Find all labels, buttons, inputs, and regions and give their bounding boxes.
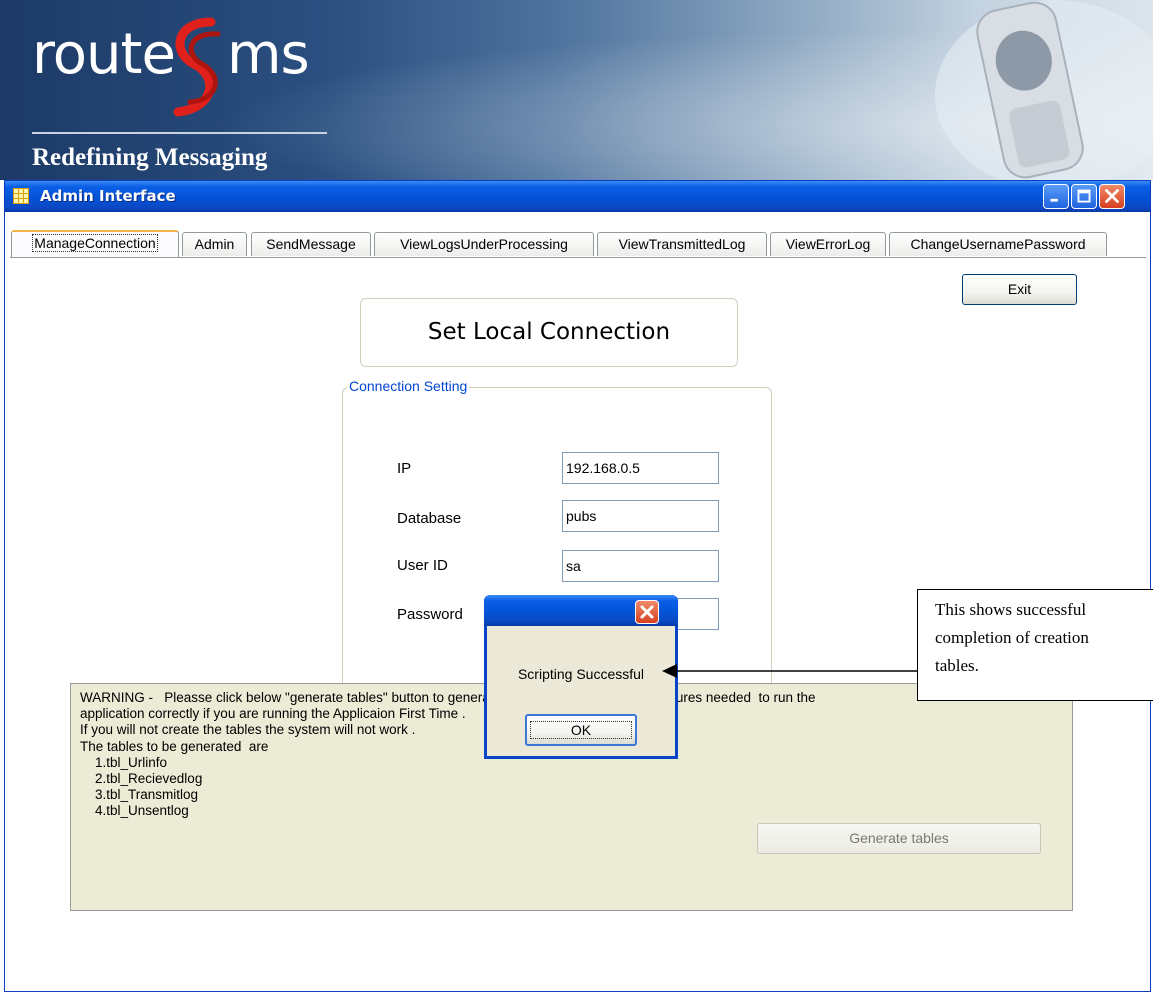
- callout-line-3: tables.: [935, 656, 979, 675]
- tab-label: Admin: [194, 236, 235, 252]
- close-icon: [1105, 189, 1119, 203]
- tab-label: ViewLogsUnderProcessing: [400, 236, 568, 252]
- ok-button[interactable]: OK: [525, 714, 637, 746]
- callout-arrow-icon: [662, 664, 918, 678]
- phone-illustration: [935, 0, 1153, 180]
- minimize-button[interactable]: [1043, 184, 1069, 209]
- password-label: Password: [397, 606, 463, 623]
- brand-tagline: Redefining Messaging: [32, 144, 268, 171]
- dialog-close-button[interactable]: [635, 600, 659, 624]
- window-titlebar[interactable]: Admin Interface: [5, 181, 1150, 212]
- maximize-icon: [1077, 189, 1091, 203]
- tab-strip: ManageConnection Admin SendMessage ViewL…: [10, 230, 1146, 258]
- brand-left: route: [32, 22, 176, 87]
- tab-label: ManageConnection: [32, 234, 158, 252]
- ip-input[interactable]: 192.168.0.5: [562, 452, 719, 484]
- close-icon: [640, 605, 654, 619]
- database-label: Database: [397, 510, 462, 527]
- tab-view-error-log[interactable]: ViewErrorLog: [770, 232, 886, 256]
- tab-manage-connection[interactable]: ManageConnection: [11, 230, 179, 257]
- warning-text: WARNING - Pleasse click below "generate …: [80, 690, 816, 819]
- callout-line-1: This shows successful: [935, 600, 1087, 619]
- annotation-callout: This shows successful completion of crea…: [917, 589, 1153, 701]
- dialog-message: Scripting Successful: [517, 666, 645, 682]
- tab-label: ViewTransmittedLog: [618, 236, 746, 252]
- brand-banner: route ms Redefining Messaging: [0, 0, 1153, 180]
- tab-label: SendMessage: [266, 236, 356, 252]
- admin-window: Admin Interface ManageConnection Admin S…: [4, 180, 1151, 992]
- close-button[interactable]: [1099, 184, 1125, 209]
- ok-button-label: OK: [529, 721, 633, 739]
- logo-swoosh-icon: [173, 17, 221, 117]
- window-title: Admin Interface: [40, 187, 176, 205]
- callout-line-2: completion of creation: [935, 628, 1089, 647]
- tab-view-transmitted-log[interactable]: ViewTransmittedLog: [597, 232, 767, 256]
- userid-input[interactable]: sa: [562, 550, 719, 582]
- logo-divider: [32, 132, 327, 134]
- minimize-icon: [1050, 198, 1058, 202]
- app-grid-icon: [13, 188, 29, 204]
- generate-tables-button[interactable]: Generate tables: [757, 823, 1041, 854]
- dialog-titlebar[interactable]: [484, 595, 678, 626]
- tab-send-message[interactable]: SendMessage: [251, 232, 371, 256]
- tab-label: ChangeUsernamePassword: [910, 236, 1086, 252]
- maximize-button[interactable]: [1071, 184, 1097, 209]
- database-input[interactable]: pubs: [562, 500, 719, 532]
- set-local-connection-heading: Set Local Connection: [360, 298, 738, 367]
- scripting-successful-dialog: Scripting Successful OK: [484, 595, 678, 759]
- tab-admin[interactable]: Admin: [182, 232, 247, 256]
- exit-button[interactable]: Exit: [962, 274, 1077, 305]
- tab-change-username-password[interactable]: ChangeUsernamePassword: [889, 232, 1107, 256]
- ip-label: IP: [397, 460, 412, 477]
- tab-view-logs-under-processing[interactable]: ViewLogsUnderProcessing: [374, 232, 594, 256]
- brand-right: ms: [226, 22, 310, 87]
- userid-label: User ID: [397, 557, 448, 574]
- tab-label: ViewErrorLog: [785, 236, 871, 252]
- connection-setting-legend: Connection Setting: [347, 378, 470, 394]
